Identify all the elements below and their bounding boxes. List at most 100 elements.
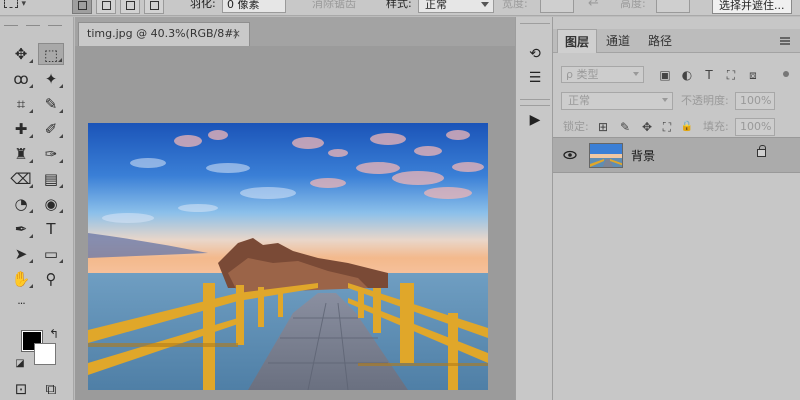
layer-filter-value: ρ 类型 — [566, 68, 599, 81]
filter-toggle-icon[interactable] — [783, 71, 789, 77]
text-filter-icon[interactable]: T — [701, 67, 717, 83]
tool-group-indicator — [58, 58, 62, 62]
opacity-value: 100% — [740, 94, 772, 107]
tool-group-indicator — [29, 59, 33, 63]
adjust-filter-icon[interactable]: ◐ — [679, 67, 695, 83]
brush-icon[interactable]: ✐ — [38, 118, 64, 140]
fill-label: 填充: — [703, 120, 729, 133]
document-tab-bar: timg.jpg @ 40.3%(RGB/8#) × — [75, 17, 515, 46]
dodge-icon[interactable]: ◉ — [38, 193, 64, 215]
type-icon[interactable]: T — [38, 218, 64, 240]
blend-row: 正常 不透明度: 100% — [553, 89, 800, 115]
properties-icon[interactable]: ☰ — [524, 67, 546, 89]
crop-icon[interactable]: ⌗ — [8, 93, 34, 115]
tool-group-indicator — [29, 109, 33, 113]
height-input[interactable] — [656, 0, 690, 13]
lock-position-icon[interactable]: ✥ — [639, 119, 655, 135]
gradient-icon[interactable]: ▤ — [38, 168, 64, 190]
width-label: 宽度: — [502, 0, 528, 10]
zoom-icon[interactable]: ⚲ — [38, 268, 64, 290]
tool-group-indicator — [29, 184, 33, 188]
layer-filter-select[interactable]: ρ 类型 — [561, 66, 644, 83]
tool-group-indicator — [29, 284, 33, 288]
history-icon[interactable]: ⟲ — [524, 43, 546, 65]
add-selection-button[interactable] — [96, 0, 116, 14]
opacity-input[interactable]: 100% — [735, 92, 775, 110]
tab-paths[interactable]: 路径 — [641, 29, 679, 53]
blur-icon[interactable]: ◔ — [8, 193, 34, 215]
fill-input[interactable]: 100% — [735, 118, 775, 136]
lasso-icon[interactable]: ꝏ — [8, 68, 34, 90]
rectangle-shape-icon[interactable]: ▭ — [38, 243, 64, 265]
rect-marquee-icon[interactable]: ⬚ — [38, 43, 64, 65]
tool-group-indicator — [29, 234, 33, 238]
antialias-checkbox[interactable]: 消除锯齿 — [312, 0, 356, 11]
document-image[interactable] — [88, 123, 488, 390]
shape-filter-icon[interactable]: ⛶ — [723, 67, 739, 83]
history-brush-icon[interactable]: ✑ — [38, 143, 64, 165]
image-filter-icon[interactable]: ▣ — [657, 67, 673, 83]
tool-group-indicator — [59, 109, 63, 113]
opacity-label: 不透明度: — [681, 94, 729, 107]
pen-icon[interactable]: ✒ — [8, 218, 34, 240]
document-tab[interactable]: timg.jpg @ 40.3%(RGB/8#) × — [78, 22, 250, 46]
layer-name: 背景 — [631, 149, 656, 163]
tool-group-indicator — [59, 259, 63, 263]
subtract-selection-button[interactable] — [120, 0, 140, 14]
select-and-mask-button[interactable]: 选择并遮住... — [712, 0, 792, 14]
eyedropper-icon[interactable]: ✎ — [38, 93, 64, 115]
lock-transparent-icon[interactable]: ⊞ — [595, 119, 611, 135]
quick-mask-icon[interactable]: ⊡ — [8, 378, 34, 400]
lock-label: 锁定: — [563, 120, 589, 133]
clone-stamp-icon[interactable]: ♜ — [8, 143, 34, 165]
layer-row-background[interactable]: 背景 — [553, 137, 800, 173]
background-color-swatch[interactable] — [34, 343, 56, 365]
default-colors-icon[interactable]: ◪ — [10, 353, 30, 375]
intersect-selection-button[interactable] — [144, 0, 164, 14]
canvas-area[interactable] — [75, 46, 515, 400]
chevron-down-icon — [662, 98, 668, 102]
tool-group-indicator — [29, 84, 33, 88]
screen-mode-icon[interactable]: ⧉ — [38, 378, 64, 400]
play-action-icon[interactable]: ▶ — [524, 109, 546, 131]
tab-layers[interactable]: 图层 — [557, 29, 598, 53]
hand-icon[interactable]: ✋ — [8, 268, 34, 290]
swap-colors-icon[interactable]: ↰ — [44, 323, 64, 345]
visibility-eye-icon[interactable] — [563, 149, 577, 163]
tab-channels[interactable]: 通道 — [599, 29, 637, 53]
path-selection-icon[interactable]: ➤ — [8, 243, 34, 265]
blend-mode-value: 正常 — [568, 94, 590, 107]
tool-group-indicator — [29, 159, 33, 163]
tool-group-indicator — [59, 184, 63, 188]
lock-pixels-icon[interactable]: ✎ — [617, 119, 633, 135]
eraser-icon[interactable]: ⌫ — [8, 168, 34, 190]
feather-label: 羽化: — [190, 0, 216, 10]
collapsed-panel-strip: ⟲ ☰ ▶ — [515, 17, 553, 400]
smart-filter-icon[interactable]: ⧈ — [745, 67, 761, 83]
tool-preset-picker[interactable]: ▾ — [4, 0, 64, 10]
chevron-down-icon — [481, 2, 489, 7]
photo-bridge-at-sunset — [88, 123, 488, 390]
blend-mode-select[interactable]: 正常 — [561, 92, 673, 110]
panel-tabs: 图层 通道 路径 — [553, 29, 800, 53]
tools-panel: ✥ ⬚ ꝏ ✦ ⌗ ✎ ✚ ✐ ♜ ✑ ⌫ ▤ ◔ ◉ ✒ T ➤ ▭ ✋ ⚲ ··· ⊡ ⧉ ↰ ◪ — [0, 17, 74, 400]
style-select[interactable]: 正常 — [418, 0, 494, 13]
new-selection-button[interactable] — [72, 0, 92, 14]
feather-input[interactable]: 0 像素 — [222, 0, 286, 13]
tool-group-indicator — [29, 259, 33, 263]
magic-wand-icon[interactable]: ✦ — [38, 68, 64, 90]
healing-brush-icon[interactable]: ✚ — [8, 118, 34, 140]
width-input[interactable] — [540, 0, 574, 13]
tool-group-indicator — [29, 209, 33, 213]
intersect-selection-icon — [150, 1, 159, 10]
toolbar-grip[interactable] — [4, 23, 64, 29]
more-tools-icon[interactable]: ··· — [8, 293, 34, 315]
lock-artboard-icon[interactable]: ⛶ — [659, 119, 675, 135]
swap-dimensions-icon[interactable]: ⇄ — [588, 0, 599, 9]
lock-all-icon[interactable]: 🔒 — [679, 119, 695, 135]
panel-menu-icon[interactable] — [780, 37, 790, 45]
new-selection-icon — [78, 1, 87, 10]
close-icon[interactable]: × — [232, 23, 241, 45]
lock-icon[interactable] — [757, 145, 766, 157]
move-icon[interactable]: ✥ — [8, 43, 34, 65]
